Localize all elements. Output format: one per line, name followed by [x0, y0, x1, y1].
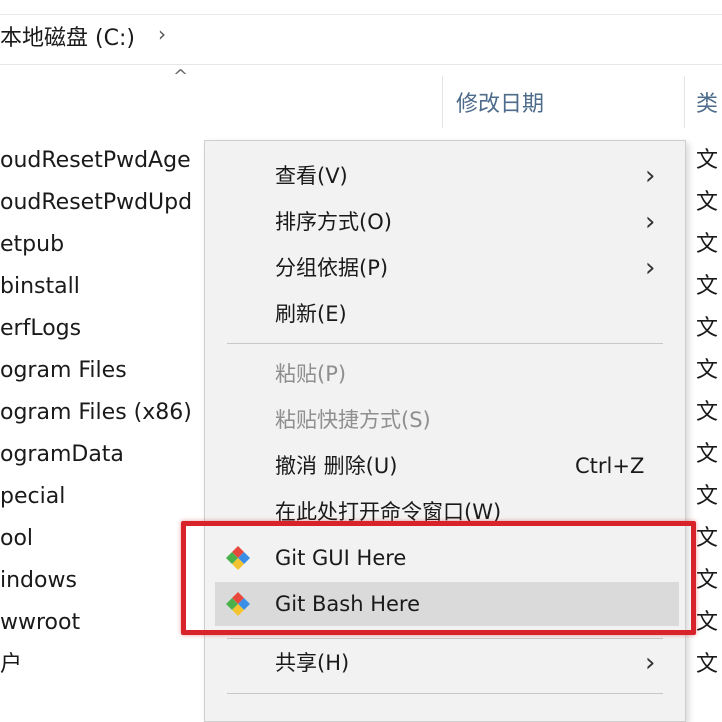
list-item[interactable]: erfLogs: [0, 309, 205, 349]
type-cell: 文: [696, 568, 719, 593]
menu-item-share[interactable]: 共享(H) ›: [205, 641, 685, 685]
list-item[interactable]: etpub: [0, 225, 205, 265]
menu-item-label: 查看(V): [275, 164, 348, 188]
address-bar[interactable]: 本地磁盘 (C:) ›: [0, 0, 722, 65]
list-item[interactable]: ool: [0, 519, 205, 559]
list-item[interactable]: oudResetPwdAge: [0, 141, 205, 181]
column-type[interactable]: 类: [696, 86, 718, 118]
menu-item-view[interactable]: 查看(V) ›: [205, 154, 685, 198]
divider: [0, 14, 722, 15]
chevron-right-icon[interactable]: ›: [158, 22, 166, 46]
menu-item-label: 粘贴(P): [275, 362, 347, 386]
menu-item-paste[interactable]: 粘贴(P): [205, 352, 685, 396]
menu-item-label: 粘贴快捷方式(S): [275, 408, 431, 432]
list-item[interactable]: wwroot: [0, 603, 205, 643]
menu-item-label: 分组依据(P): [275, 256, 389, 280]
chevron-right-icon: ›: [645, 253, 656, 283]
type-cell: 文: [696, 652, 719, 677]
chevron-right-icon: ›: [645, 207, 656, 237]
menu-item-label: 排序方式(O): [275, 210, 392, 234]
column-header: [0, 68, 722, 132]
type-cell: 文: [696, 316, 719, 341]
menu-divider: [227, 638, 663, 639]
breadcrumb-drive[interactable]: 本地磁盘 (C:): [0, 20, 135, 52]
list-item[interactable]: indows: [0, 561, 205, 601]
highlight-annotation-box: [181, 521, 696, 635]
column-divider[interactable]: [442, 76, 443, 128]
type-cell: 文: [696, 442, 719, 467]
menu-item-paste-shortcut[interactable]: 粘贴快捷方式(S): [205, 398, 685, 442]
list-item[interactable]: pecial: [0, 477, 205, 517]
menu-item-refresh[interactable]: 刷新(E): [205, 292, 685, 336]
type-cell: 文: [696, 400, 719, 425]
type-cell: 文: [696, 526, 719, 551]
chevron-right-icon: ›: [645, 161, 656, 191]
menu-item-label: 共享(H): [275, 651, 350, 675]
list-item[interactable]: ogram Files: [0, 351, 205, 391]
menu-item-group-by[interactable]: 分组依据(P) ›: [205, 246, 685, 290]
menu-divider: [227, 693, 663, 694]
column-modified-date[interactable]: 修改日期: [456, 86, 544, 118]
type-cell: 文: [696, 274, 719, 299]
menu-item-label: 撤消 删除(U): [275, 454, 398, 478]
menu-item-shortcut: Ctrl+Z: [575, 454, 645, 478]
chevron-right-icon: ›: [645, 648, 656, 678]
list-item[interactable]: ogram Files (x86): [0, 393, 205, 433]
type-cell: 文: [696, 358, 719, 383]
menu-item-label: 刷新(E): [275, 302, 347, 326]
list-item[interactable]: oudResetPwdUpd: [0, 183, 205, 223]
menu-item-undo-delete[interactable]: 撤消 删除(U) Ctrl+Z: [205, 444, 685, 488]
column-divider[interactable]: [684, 76, 685, 128]
menu-divider: [227, 343, 663, 344]
sort-caret-icon: ^: [173, 66, 189, 87]
list-item[interactable]: 户: [0, 645, 205, 685]
type-cell: 文: [696, 484, 719, 509]
menu-item-sort-by[interactable]: 排序方式(O) ›: [205, 200, 685, 244]
type-cell: 文: [696, 148, 719, 173]
list-item[interactable]: ogramData: [0, 435, 205, 475]
type-cell: 文: [696, 232, 719, 257]
type-cell: 文: [696, 610, 719, 635]
type-cell: 文: [696, 190, 719, 215]
list-item[interactable]: binstall: [0, 267, 205, 307]
